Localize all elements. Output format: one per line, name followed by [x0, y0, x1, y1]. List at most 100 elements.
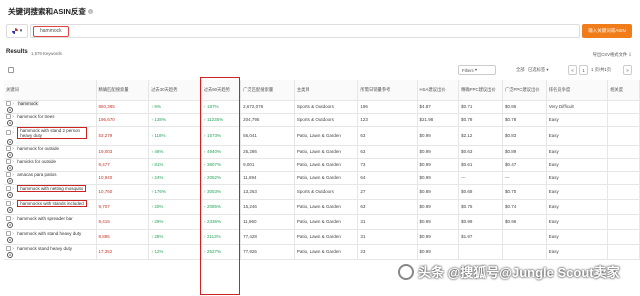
keyword-text[interactable]: hammock with stand heavy duty — [17, 231, 81, 236]
row-checkbox[interactable] — [6, 230, 11, 236]
row-checkbox[interactable] — [6, 245, 11, 251]
row-checkbox[interactable] — [6, 171, 11, 177]
col-header-hsa-bid[interactable]: HSA建议出价 — [417, 80, 460, 101]
table-row[interactable]: › hammock with netting mosquito a 10,760… — [4, 184, 640, 200]
chevron-right-icon[interactable]: › — [12, 101, 14, 107]
hsa-bid-value: $0.99 — [419, 249, 431, 254]
chevron-right-icon[interactable]: › — [12, 159, 14, 165]
keyword-text[interactable]: hammock with netting mosquito — [17, 185, 87, 192]
chevron-right-icon[interactable]: › — [12, 231, 14, 237]
keyword-text[interactable]: hamicks for outside — [17, 159, 56, 164]
col-header-exact-ppc[interactable]: 精确PPC建议出价 — [458, 80, 503, 101]
col-header-broad-volume[interactable]: 广泛匹配搜索量 — [240, 80, 295, 101]
row-checkbox[interactable] — [6, 145, 11, 151]
table-row[interactable]: › amacas para patios a 10,940 ↑ 24% ↑ 20… — [4, 171, 640, 185]
select-all-label[interactable]: 全部 — [516, 67, 525, 73]
chevron-right-icon[interactable]: › — [12, 246, 14, 252]
keyword-text[interactable]: hammocks with stands included — [17, 200, 87, 207]
col-header-broad-ppc[interactable]: 广泛PPC建议出价 — [502, 80, 547, 101]
col-header-exact-volume[interactable]: 精确匹配搜索量 — [96, 80, 150, 101]
amazon-icon[interactable]: a — [7, 151, 13, 157]
cell-competition: Easy — [546, 199, 609, 215]
col-header-competition[interactable]: 排名竞争度 — [546, 80, 609, 101]
amazon-icon[interactable]: a — [7, 177, 13, 183]
page-prev-button[interactable]: < — [568, 65, 577, 75]
col-header-relevance[interactable]: 相关度 — [607, 80, 640, 101]
col-header-category[interactable]: 主类目 — [294, 80, 359, 101]
page-number-input[interactable]: 1 — [579, 65, 588, 75]
cell-hsa-bid: $0.99 — [417, 244, 460, 260]
row-checkbox[interactable] — [6, 113, 11, 119]
marketplace-select[interactable]: ▾ — [6, 24, 28, 38]
cell-hsa-bid: $0.99 — [417, 145, 460, 159]
table-row[interactable]: › hammock for trees a 196,670 ↑ 138% ↑ 1… — [4, 113, 640, 127]
amazon-icon[interactable]: a — [7, 221, 13, 228]
chevron-right-icon[interactable]: › — [12, 172, 14, 178]
keyword-text[interactable]: hammock stand heavy duty — [17, 246, 72, 251]
amazon-icon[interactable]: a — [7, 106, 13, 112]
amazon-icon[interactable]: a — [7, 119, 13, 125]
amazon-icon[interactable]: a — [7, 251, 13, 258]
table-row[interactable]: › hamicks for outside a 8,477 ↑ 81% ↑ 38… — [4, 158, 640, 172]
col-header-trend-30[interactable]: 过去30天趋势 — [148, 80, 202, 101]
row-checkbox[interactable] — [6, 130, 11, 135]
amazon-icon[interactable]: a — [7, 236, 13, 243]
amazon-icon[interactable]: a — [7, 192, 13, 198]
keyword-text[interactable]: amacas para patios — [17, 172, 56, 177]
add-keyword-button[interactable]: 输入关键词或ASIN — [582, 24, 632, 38]
table-row[interactable]: › hammock with stand heavy duty a 8,895 … — [4, 229, 640, 245]
chevron-right-icon[interactable]: › — [12, 216, 14, 222]
row-checkbox[interactable] — [6, 215, 11, 221]
page-next-button[interactable]: > — [623, 65, 632, 75]
tag-filter-dropdown[interactable]: 已选标签 ▾ — [528, 67, 549, 73]
amazon-icon[interactable]: a — [7, 207, 13, 213]
exact-volume-value: 850,385 — [98, 104, 115, 109]
trend-90-highlight-box — [200, 77, 240, 295]
keyword-text[interactable]: hammock for trees — [17, 114, 54, 119]
table-row[interactable]: › hammock stand heavy duty a 17,352 ↑ 12… — [4, 244, 640, 260]
cell-keyword: › amacas para patios a — [4, 171, 97, 185]
amazon-icon[interactable]: a — [7, 164, 13, 170]
cell-competition: Easy — [546, 229, 609, 245]
broad-ppc-value: $0.86 — [504, 104, 517, 109]
chevron-right-icon[interactable]: › — [12, 146, 14, 152]
keyword-text[interactable]: hammock with spreader bar — [17, 216, 73, 221]
amazon-icon[interactable]: a — [7, 138, 13, 144]
chevron-right-icon[interactable]: › — [12, 114, 14, 120]
cell-competition: Easy — [546, 214, 609, 230]
keyword-text[interactable]: hammock for outside — [17, 146, 59, 151]
table-row[interactable]: › hammock a 850,385 ↑ 9% ↑ 187% 2,672,07… — [4, 100, 640, 114]
broad-volume-value: 77,428 — [243, 234, 257, 239]
competition-value: Easy — [548, 189, 559, 194]
cell-exact-ppc: $1.97 — [458, 229, 503, 245]
cell-daily-units: 64 — [357, 171, 418, 185]
chevron-right-icon[interactable]: › — [12, 201, 14, 207]
row-checkbox[interactable] — [6, 158, 11, 164]
hsa-bid-value: $0.89 — [419, 189, 431, 194]
search-input[interactable]: hammock — [30, 24, 580, 38]
cell-trend-30: ↑ 24% — [148, 171, 202, 185]
table-row[interactable]: › hammock for outside a 19,003 ↑ 46% ↑ 4… — [4, 145, 640, 159]
info-icon[interactable]: i — [87, 9, 93, 14]
col-header-daily-units[interactable]: 所需日销量参考 — [357, 80, 418, 101]
table-row[interactable]: › hammock with spreader bar a 9,415 ↑ 29… — [4, 214, 640, 230]
table-row[interactable]: › hammock with stand 2 person heavy duty… — [4, 126, 640, 146]
trend-up-icon: ↑ — [151, 149, 154, 154]
cell-daily-units: 27 — [357, 184, 418, 200]
keyword-text[interactable]: hammock with stand 2 person heavy duty — [17, 126, 88, 139]
export-csv-button[interactable]: 导出CSV格式文件 ⇩ — [593, 52, 632, 58]
chevron-right-icon[interactable]: › — [12, 186, 14, 192]
keyword-text[interactable]: hammock — [17, 100, 39, 106]
cell-trend-30: ↑ 9% — [148, 100, 202, 114]
exact-volume-value: 17,352 — [98, 249, 113, 254]
row-checkbox[interactable] — [6, 100, 11, 106]
chevron-right-icon[interactable]: › — [12, 130, 14, 136]
search-keyword-chip[interactable]: hammock — [33, 26, 69, 37]
row-checkbox[interactable] — [6, 201, 11, 206]
category-value: Patio, Lawn & Garden — [296, 219, 341, 224]
col-header-keyword[interactable]: 关键词 — [4, 80, 97, 101]
filters-button[interactable]: Filters ▾ — [458, 65, 496, 75]
select-all-checkbox[interactable] — [8, 67, 14, 73]
table-row[interactable]: › hammocks with stands included a 9,707 … — [4, 199, 640, 215]
row-checkbox[interactable] — [6, 186, 11, 191]
